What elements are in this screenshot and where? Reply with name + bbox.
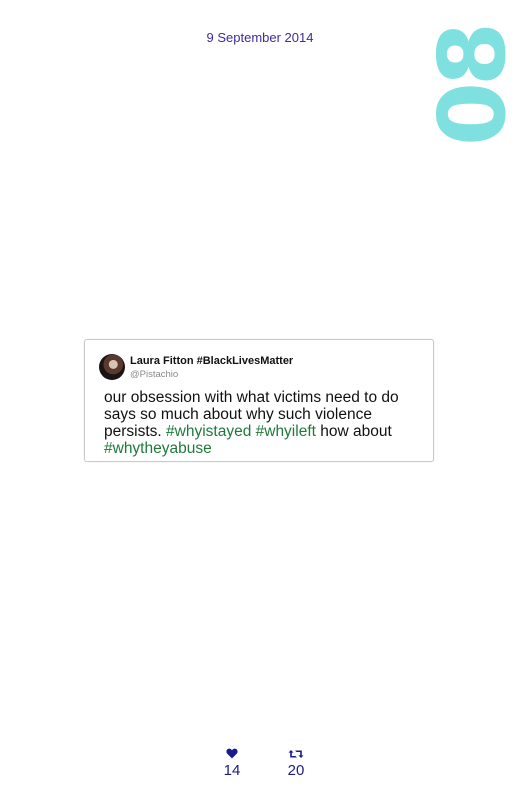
hashtag-link[interactable]: #whytheyabuse — [104, 440, 212, 457]
author-name[interactable]: Laura Fitton #BlackLivesMatter — [130, 355, 293, 367]
avatar[interactable] — [99, 354, 125, 380]
heart-icon — [212, 748, 252, 762]
tweet-text: our obsession with what victims need to … — [104, 389, 424, 457]
hashtag-link[interactable]: #whyistayed — [166, 423, 251, 440]
like-count: 14 — [223, 762, 241, 779]
retweet-count: 20 — [287, 762, 305, 779]
hashtag-link[interactable]: #whyileft — [256, 423, 316, 440]
retweet-stat[interactable]: 20 — [276, 748, 316, 779]
author-handle[interactable]: @Pistachio — [130, 369, 178, 380]
tweet-number: 08 — [419, 25, 520, 146]
tweet-card[interactable]: Laura Fitton #BlackLivesMatter @Pistachi… — [84, 339, 434, 462]
tweet-stats: 14 20 — [0, 748, 520, 788]
like-stat[interactable]: 14 — [212, 748, 252, 779]
retweet-icon — [276, 748, 316, 762]
tweet-text-part2: how about — [315, 423, 392, 440]
